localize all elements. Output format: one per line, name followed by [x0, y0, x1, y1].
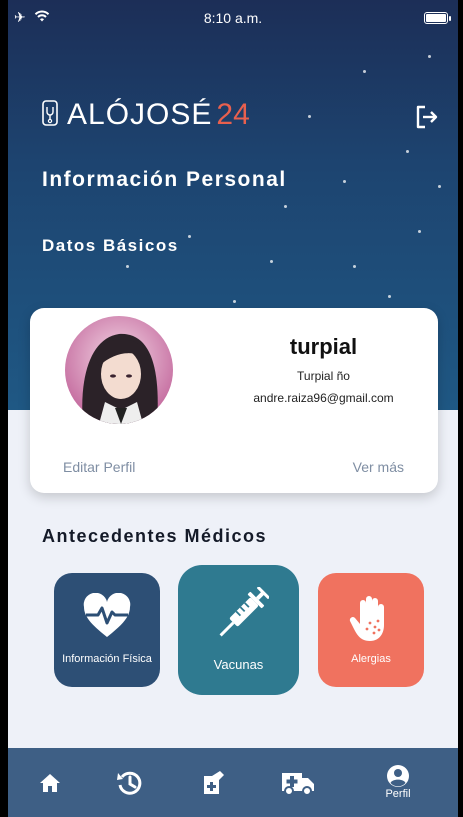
- battery-icon: [424, 12, 451, 24]
- page-title: Información Personal: [42, 168, 287, 191]
- ambulance-icon: [282, 772, 314, 796]
- medical-kit-icon: [204, 770, 224, 794]
- tab-profile-label: Perfil: [385, 788, 411, 800]
- home-icon: [40, 773, 60, 792]
- syringe-icon: [219, 587, 269, 637]
- physical-info-label: Información Física: [62, 653, 152, 665]
- history-icon: [117, 771, 142, 795]
- avatar-illustration: [65, 316, 173, 424]
- medical-history-title: Antecedentes Médicos: [42, 526, 268, 546]
- edit-profile-link[interactable]: Editar Perfil: [63, 459, 135, 475]
- profile-email: andre.raiza96@gmail.com: [253, 391, 394, 405]
- phone-stethoscope-icon: [42, 100, 58, 126]
- allergies-label: Alergias: [351, 653, 391, 665]
- bottom-tab-bar: Perfil: [8, 748, 458, 817]
- avatar[interactable]: [65, 316, 173, 424]
- logout-icon[interactable]: [414, 104, 440, 130]
- profile-card: turpial Turpial ño andre.raiza96@gmail.c…: [30, 308, 438, 493]
- user-circle-icon: [387, 765, 409, 787]
- status-bar: ✈ 8:10 a.m.: [8, 0, 458, 36]
- see-more-link[interactable]: Ver más: [353, 459, 404, 475]
- tab-profile[interactable]: Perfil: [368, 748, 428, 817]
- tab-ambulance[interactable]: [268, 748, 328, 817]
- profile-name: turpial: [289, 334, 358, 359]
- vaccines-label: Vacunas: [213, 657, 264, 672]
- tab-medical-kit[interactable]: [182, 748, 242, 817]
- logo-text: ALÓJOSÉ: [67, 98, 213, 131]
- status-time: 8:10 a.m.: [203, 10, 263, 26]
- tab-home[interactable]: [20, 748, 80, 817]
- physical-info-tile[interactable]: Información Física: [54, 573, 160, 687]
- vaccines-tile[interactable]: Vacunas: [178, 565, 299, 695]
- app-screen: ✈ 8:10 a.m. ALÓJOSÉ 24 Información Perso…: [8, 0, 458, 817]
- section-subtitle: Datos Básicos: [42, 236, 179, 255]
- allergy-hand-icon: [349, 596, 384, 641]
- logo-number: 24: [216, 98, 250, 131]
- app-logo: ALÓJOSÉ 24: [41, 98, 250, 132]
- heart-pulse-icon: [83, 593, 131, 637]
- profile-subtitle: Turpial ño: [297, 369, 350, 383]
- tab-history[interactable]: [100, 748, 160, 817]
- allergies-tile[interactable]: Alergias: [318, 573, 424, 687]
